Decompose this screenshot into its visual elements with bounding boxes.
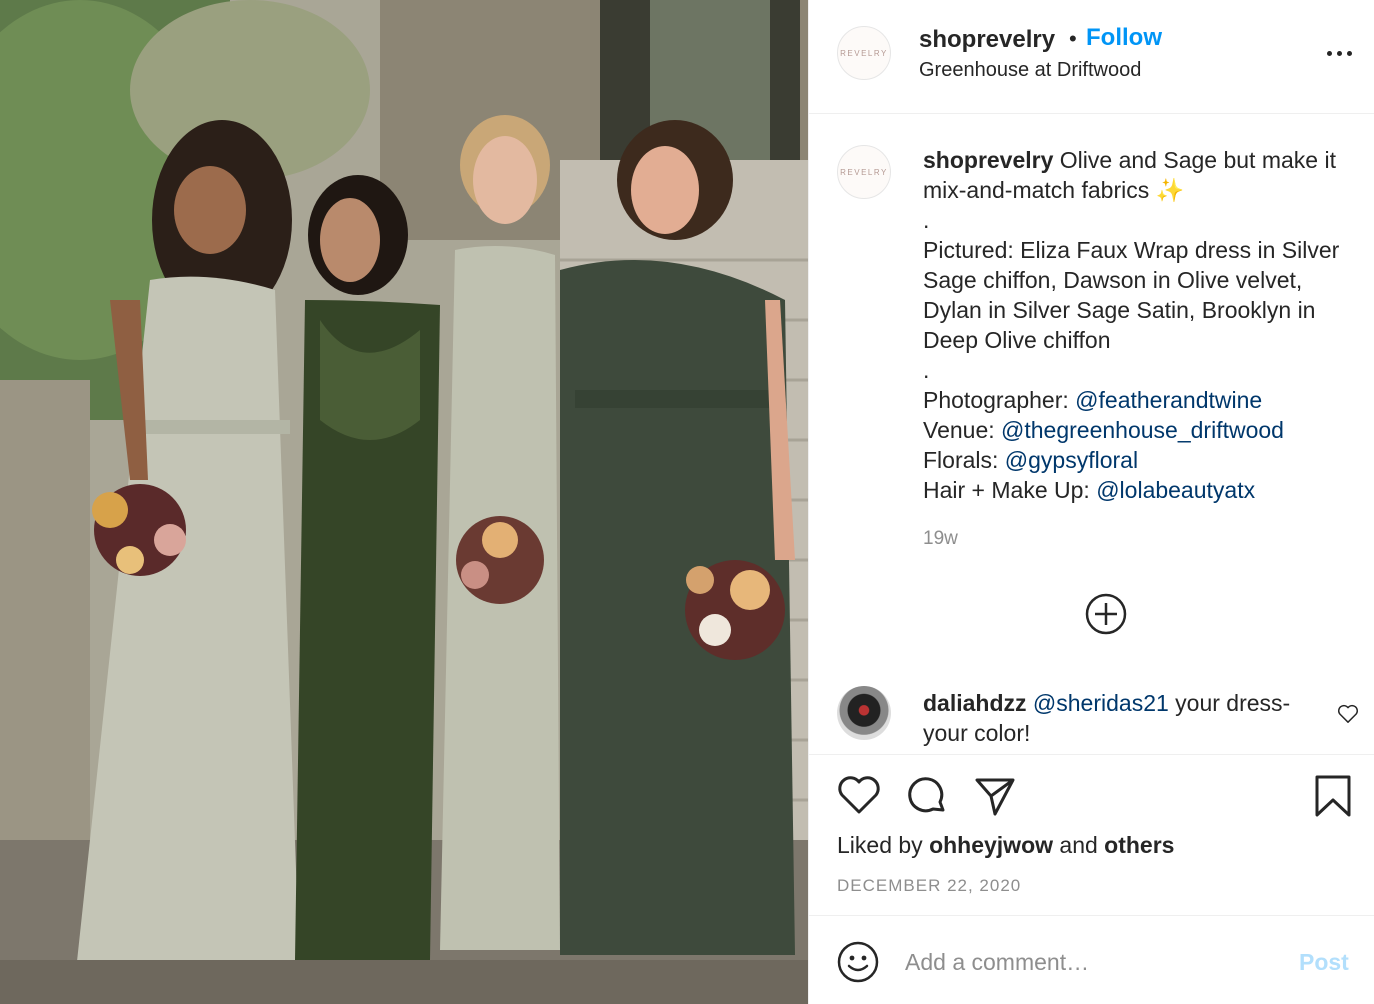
avatar-logo-text: REVELRY <box>840 48 888 58</box>
caption-pictured: Pictured: Eliza Faux Wrap dress in Silve… <box>923 237 1340 353</box>
credit-handle-link[interactable]: @gypsyfloral <box>1005 447 1138 473</box>
liked-by-text: Liked by ohheyjwow and others <box>837 832 1174 859</box>
caption-timestamp[interactable]: 19w <box>923 528 958 550</box>
caption-username[interactable]: shoprevelry <box>923 147 1053 173</box>
comments-section: REVELRY shoprevelry Olive and Sage but m… <box>809 115 1374 755</box>
header-username[interactable]: shoprevelry <box>919 26 1055 54</box>
post-side-panel: REVELRY shoprevelry • Follow Greenhouse … <box>808 0 1374 1004</box>
credit-label: Photographer: <box>923 387 1076 413</box>
location-link[interactable]: Greenhouse at Driftwood <box>919 59 1141 82</box>
comment-bubble-icon[interactable] <box>905 774 949 818</box>
like-heart-icon[interactable] <box>837 774 881 816</box>
caption-separator: . <box>923 357 930 383</box>
load-more-comments-icon[interactable] <box>1085 593 1127 635</box>
comment-mention-link[interactable]: @sheridas21 <box>1033 690 1169 716</box>
caption-separator: . <box>923 207 930 233</box>
share-paper-plane-icon[interactable] <box>973 774 1017 818</box>
post-actions: Liked by ohheyjwow and others DECEMBER 2… <box>809 756 1374 916</box>
credit-label: Venue: <box>923 417 1002 443</box>
comment-input[interactable] <box>905 945 1285 979</box>
avatar-logo-text: REVELRY <box>840 167 888 177</box>
bridesmaids-photo <box>0 0 808 1004</box>
post-header: REVELRY shoprevelry • Follow Greenhouse … <box>809 0 1374 114</box>
caption-avatar[interactable]: REVELRY <box>837 145 891 199</box>
liked-user-link[interactable]: ohheyjwow <box>929 832 1053 858</box>
separator-dot: • <box>1069 26 1077 51</box>
follow-button[interactable]: Follow <box>1086 24 1162 52</box>
liked-others-link[interactable]: others <box>1104 832 1174 858</box>
comment-username[interactable]: daliahdzz <box>923 690 1027 716</box>
post-date[interactable]: DECEMBER 22, 2020 <box>837 876 1021 896</box>
credit-label: Florals: <box>923 447 1005 473</box>
comment-like-heart-icon[interactable] <box>1337 704 1359 724</box>
credit-label: Hair + Make Up: <box>923 477 1097 503</box>
credit-handle-link[interactable]: @lolabeautyatx <box>1096 477 1255 503</box>
emoji-smiley-icon[interactable] <box>837 941 879 983</box>
add-comment-bar: Post <box>809 917 1374 1004</box>
more-options-icon[interactable] <box>1319 38 1359 68</box>
liked-and: and <box>1053 832 1105 858</box>
credit-handle-link[interactable]: @featherandtwine <box>1075 387 1262 413</box>
save-bookmark-icon[interactable] <box>1313 774 1353 818</box>
commenter-avatar[interactable] <box>837 686 891 740</box>
post-caption: shoprevelry Olive and Sage but make it m… <box>923 145 1353 505</box>
post-comment-button[interactable]: Post <box>1299 949 1349 976</box>
post-photo[interactable] <box>0 0 808 1004</box>
sparkles-emoji: ✨ <box>1155 177 1185 203</box>
profile-avatar[interactable]: REVELRY <box>837 26 891 80</box>
liked-prefix: Liked by <box>837 832 930 858</box>
comment-text: daliahdzz @sheridas21 your dress-your co… <box>923 688 1323 748</box>
credit-handle-link[interactable]: @thegreenhouse_driftwood <box>1001 417 1284 443</box>
